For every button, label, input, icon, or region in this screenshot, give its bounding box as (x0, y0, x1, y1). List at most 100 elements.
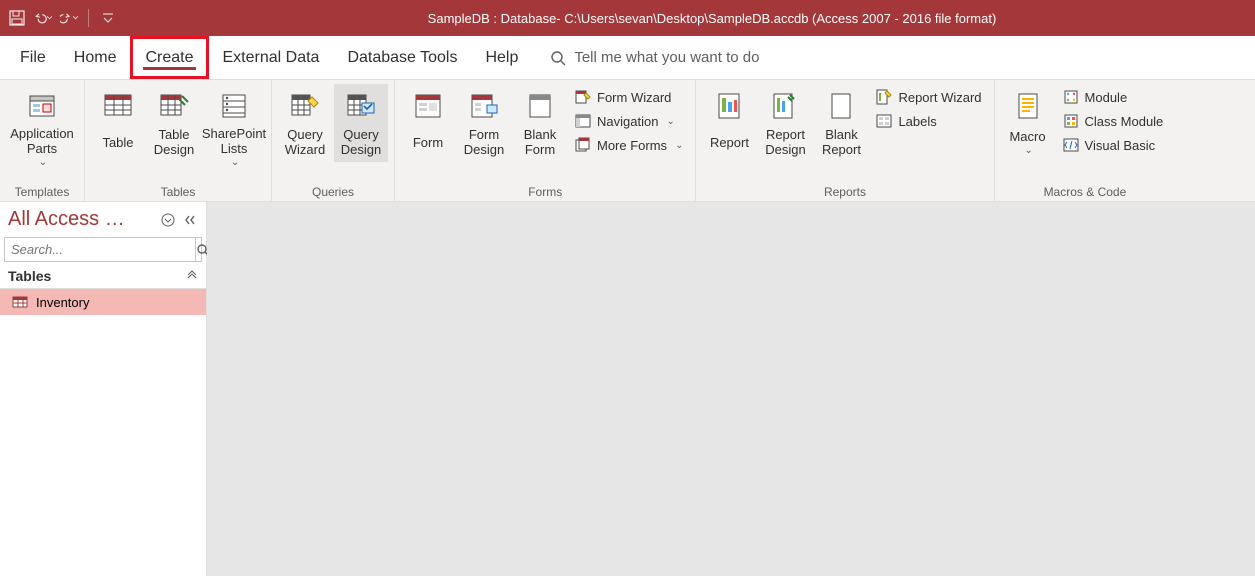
form-wizard-icon (575, 89, 591, 105)
query-wizard-label: Query Wizard (281, 127, 329, 159)
nav-pane-title: All Access … (8, 208, 154, 231)
sharepoint-icon (217, 89, 251, 123)
module-label: Module (1085, 90, 1128, 105)
redo-icon[interactable] (60, 9, 78, 27)
report-button[interactable]: Report (702, 84, 756, 162)
group-reports: Report Report Design Blank Report Report… (696, 80, 994, 201)
application-parts-label: Application Parts (9, 127, 75, 157)
group-templates-label: Templates (6, 183, 78, 199)
query-wizard-icon (288, 89, 322, 123)
tell-me-search[interactable]: Tell me what you want to do (532, 36, 759, 79)
visual-basic-icon (1063, 137, 1079, 153)
group-queries: Query Wizard Query Design Queries (272, 80, 395, 201)
blank-report-icon (824, 89, 858, 123)
query-design-button[interactable]: Query Design (334, 84, 388, 162)
more-forms-button[interactable]: More Forms⌄ (569, 134, 689, 156)
undo-icon[interactable] (34, 9, 52, 27)
visual-basic-button[interactable]: Visual Basic (1057, 134, 1170, 156)
nav-category-header[interactable]: Tables (0, 262, 206, 289)
ribbon-tabs: File Home Create External Data Database … (0, 36, 1255, 80)
table-design-label: Table Design (150, 127, 198, 159)
table-button[interactable]: Table (91, 84, 145, 162)
report-wizard-button[interactable]: Report Wizard (870, 86, 987, 108)
more-forms-icon (575, 137, 591, 153)
module-button[interactable]: Module (1057, 86, 1170, 108)
group-reports-label: Reports (702, 183, 987, 199)
table-icon (101, 89, 135, 123)
group-macros-code: Macro⌄ Module Class Module Visual Basic … (995, 80, 1176, 201)
navigation-pane: All Access … Tables Inventory (0, 202, 207, 576)
blank-form-label: Blank Form (516, 127, 564, 159)
module-icon (1063, 89, 1079, 105)
nav-object-label: Inventory (36, 295, 89, 310)
lightbulb-icon (550, 50, 566, 66)
shutter-collapse-icon[interactable] (182, 212, 198, 228)
tell-me-placeholder: Tell me what you want to do (574, 49, 759, 66)
query-wizard-button[interactable]: Query Wizard (278, 84, 332, 162)
blank-form-icon (523, 89, 557, 123)
class-module-button[interactable]: Class Module (1057, 110, 1170, 132)
table-object-icon (12, 294, 28, 310)
table-design-button[interactable]: Table Design (147, 84, 201, 162)
macro-button[interactable]: Macro⌄ (1001, 84, 1055, 162)
tab-file[interactable]: File (6, 36, 60, 79)
class-module-label: Class Module (1085, 114, 1164, 129)
form-wizard-button[interactable]: Form Wizard (569, 86, 689, 108)
tab-file-label: File (20, 49, 46, 67)
group-macros-label: Macros & Code (1001, 183, 1170, 199)
nav-pane-header[interactable]: All Access … (0, 202, 206, 237)
report-label: Report (710, 127, 749, 159)
tab-external-label: External Data (223, 49, 320, 67)
tab-external-data[interactable]: External Data (209, 36, 334, 79)
navigation-icon (575, 113, 591, 129)
nav-search (4, 237, 202, 262)
tab-help-label: Help (485, 49, 518, 67)
form-design-button[interactable]: Form Design (457, 84, 511, 162)
query-design-icon (344, 89, 378, 123)
group-tables-label: Tables (91, 183, 265, 199)
macro-label: Macro (1009, 130, 1045, 145)
ribbon: Application Parts⌄ Templates Table Table… (0, 80, 1255, 202)
tab-create-label: Create (145, 49, 193, 67)
collapse-category-icon (186, 270, 198, 282)
sharepoint-label: SharePoint Lists (202, 127, 266, 157)
class-module-icon (1063, 113, 1079, 129)
tab-home[interactable]: Home (60, 36, 131, 79)
tab-dbtools-label: Database Tools (347, 49, 457, 67)
group-templates: Application Parts⌄ Templates (0, 80, 85, 201)
labels-label: Labels (898, 114, 936, 129)
application-parts-icon (25, 89, 59, 123)
macro-icon (1011, 89, 1045, 123)
blank-report-button[interactable]: Blank Report (814, 84, 868, 162)
blank-form-button[interactable]: Blank Form (513, 84, 567, 162)
sharepoint-lists-button[interactable]: SharePoint Lists⌄ (203, 84, 265, 171)
report-icon (712, 89, 746, 123)
blank-report-label: Blank Report (817, 127, 865, 159)
table-label: Table (102, 127, 133, 159)
chevron-down-circle-icon[interactable] (160, 212, 176, 228)
form-button[interactable]: Form (401, 84, 455, 162)
form-label: Form (413, 127, 443, 159)
customize-qat-icon[interactable] (99, 9, 117, 27)
save-icon[interactable] (8, 9, 26, 27)
tab-help[interactable]: Help (471, 36, 532, 79)
tab-database-tools[interactable]: Database Tools (333, 36, 471, 79)
report-design-button[interactable]: Report Design (758, 84, 812, 162)
nav-category-label: Tables (8, 268, 51, 284)
workspace: All Access … Tables Inventory (0, 202, 1255, 576)
application-parts-button[interactable]: Application Parts⌄ (6, 84, 78, 171)
group-queries-label: Queries (278, 183, 388, 199)
navigation-button[interactable]: Navigation⌄ (569, 110, 689, 132)
report-design-icon (768, 89, 802, 123)
nav-search-input[interactable] (5, 238, 195, 261)
form-wizard-label: Form Wizard (597, 90, 671, 105)
report-design-label: Report Design (761, 127, 809, 159)
nav-object-inventory[interactable]: Inventory (0, 289, 206, 315)
quick-access-toolbar (8, 9, 117, 27)
title-bar: SampleDB : Database- C:\Users\sevan\Desk… (0, 0, 1255, 36)
form-design-icon (467, 89, 501, 123)
tab-create[interactable]: Create (130, 36, 208, 79)
tab-home-label: Home (74, 49, 117, 67)
labels-icon (876, 113, 892, 129)
labels-button[interactable]: Labels (870, 110, 987, 132)
